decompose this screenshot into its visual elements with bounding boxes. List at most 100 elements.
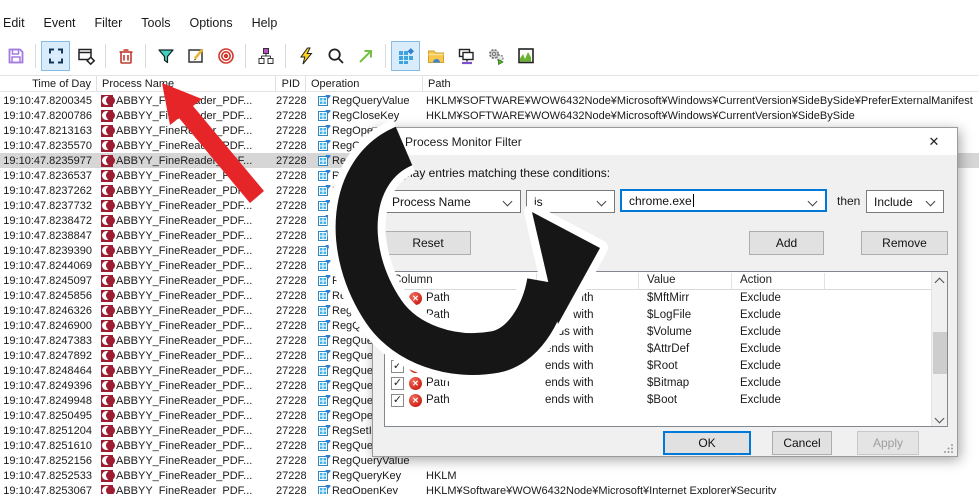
abbyy-process-icon	[101, 305, 113, 317]
ok-button[interactable]: OK	[663, 431, 751, 455]
filter-checkbox[interactable]: ✓	[391, 377, 404, 390]
event-row[interactable]: 19:10:47.8200786ABBYY_FineReader_PDF...2…	[0, 108, 979, 123]
filter-rule-row[interactable]: ✓✕Pathends with$MftMirrExclude	[385, 291, 931, 308]
event-time: 19:10:47.8251610	[0, 440, 97, 452]
filter-checkbox[interactable]: ✓	[391, 309, 404, 322]
event-time: 19:10:47.8252156	[0, 455, 97, 467]
jump-to-icon[interactable]	[352, 42, 379, 70]
column-header-pid[interactable]: PID	[276, 76, 306, 91]
event-grid-header: Time of Day Process Name PID Operation P…	[0, 75, 979, 92]
filter-action-select[interactable]: Include	[866, 190, 944, 213]
toolbar-separator	[285, 44, 286, 68]
find-icon[interactable]	[322, 42, 349, 70]
event-process: ABBYY_FineReader_PDF...	[97, 320, 276, 332]
registry-operation-icon	[318, 396, 328, 406]
event-time: 19:10:47.8237262	[0, 185, 97, 197]
event-time: 19:10:47.8235977	[0, 155, 97, 167]
filter-action-value: Include	[874, 195, 913, 209]
boot-logging-icon[interactable]	[292, 42, 319, 70]
filter-icon[interactable]	[152, 42, 179, 70]
column-header-operation[interactable]: Operation	[306, 76, 423, 91]
filter-rule-action: Exclude	[740, 377, 781, 389]
filter-checkbox[interactable]: ✓	[391, 343, 404, 356]
filter-rule-relation: ends with	[545, 309, 594, 321]
remove-button[interactable]: Remove	[861, 231, 948, 255]
menu-item-help[interactable]: Help	[252, 16, 278, 30]
event-process: ABBYY_FineReader_PDF...	[97, 350, 276, 362]
column-header-path[interactable]: Path	[423, 76, 979, 91]
filter-checkbox[interactable]: ✓	[391, 326, 404, 339]
process-tree-icon[interactable]	[252, 42, 279, 70]
filter-checkbox[interactable]: ✓	[391, 292, 404, 305]
menu-item-options[interactable]: Options	[189, 16, 232, 30]
add-button[interactable]: Add	[749, 231, 824, 255]
registry-operation-icon	[318, 276, 328, 286]
event-row[interactable]: 19:10:47.8253067ABBYY_FineReader_PDF...2…	[0, 483, 979, 494]
menu-item-tools[interactable]: Tools	[141, 16, 170, 30]
filter-rule-row[interactable]: ✓✕Pathends with$RootExclude	[385, 359, 931, 376]
event-pid: 27228	[276, 125, 306, 137]
reset-button[interactable]: Reset	[385, 231, 471, 255]
capture-icon[interactable]	[42, 42, 69, 70]
process-name-text: ABBYY_FineReader_PDF...	[116, 365, 252, 377]
close-icon[interactable]: ✕	[925, 133, 943, 151]
filter-rule-row[interactable]: ✓✕Pathends with$BitmapExclude	[385, 376, 931, 393]
registry-operation-icon	[318, 336, 328, 346]
exclude-icon: ✕	[409, 360, 422, 373]
clear-icon[interactable]	[112, 42, 139, 70]
event-row[interactable]: 19:10:47.8252533ABBYY_FineReader_PDF...2…	[0, 468, 979, 483]
abbyy-process-icon	[101, 170, 113, 182]
filter-checkbox[interactable]: ✓	[391, 360, 404, 373]
filter-rule-value: $AttrDef	[647, 343, 689, 355]
scroll-up-icon[interactable]	[936, 276, 943, 283]
filter-col-header-value[interactable]: Value	[647, 274, 676, 286]
column-header-time-of-day[interactable]: Time of Day	[0, 76, 97, 91]
menu-item-filter[interactable]: Filter	[95, 16, 123, 30]
autoscroll-icon[interactable]	[72, 42, 99, 70]
process-name-text: ABBYY_FineReader_PDF...	[116, 170, 252, 182]
event-path: HKLM¥Software¥WOW6432Node¥Microsoft¥Inte…	[423, 485, 979, 494]
filter-value-input[interactable]: chrome.exe	[620, 189, 827, 212]
filter-rule-action: Exclude	[740, 343, 781, 355]
dialog-title-bar[interactable]: Process Monitor Filter ✕	[373, 128, 957, 155]
procmon-app-icon	[382, 135, 397, 149]
event-process: ABBYY_FineReader_PDF...	[97, 380, 276, 392]
resize-grip[interactable]	[944, 443, 954, 453]
scrollbar-thumb[interactable]	[933, 332, 947, 374]
show-profiling-events-icon[interactable]	[512, 42, 539, 70]
show-process-activity-icon[interactable]	[482, 42, 509, 70]
filter-col-header-relation[interactable]: Relation	[545, 274, 587, 286]
save-icon[interactable]	[2, 42, 29, 70]
event-time: 19:10:47.8237732	[0, 200, 97, 212]
apply-button: Apply	[857, 431, 919, 455]
event-row[interactable]: 19:10:47.8200345ABBYY_FineReader_PDF...2…	[0, 93, 979, 108]
cancel-button[interactable]: Cancel	[772, 431, 832, 455]
event-operation: RegOpenKey	[306, 485, 423, 494]
process-name-text: ABBYY_FineReader_PDF...	[116, 125, 252, 137]
event-time: 19:10:47.8200786	[0, 110, 97, 122]
event-path: HKLM¥SOFTWARE¥WOW6432Node¥Microsoft¥Wind…	[423, 110, 979, 122]
show-file-system-activity-icon[interactable]	[422, 42, 449, 70]
filter-column-select[interactable]: Process Name	[384, 190, 521, 213]
show-network-activity-icon[interactable]	[452, 42, 479, 70]
abbyy-process-icon	[101, 290, 113, 302]
abbyy-process-icon	[101, 380, 113, 392]
show-registry-activity-icon[interactable]	[392, 42, 419, 70]
filter-rule-row[interactable]: ✓✕Pathends with$BootExclude	[385, 393, 931, 410]
include-process-from-window-icon[interactable]	[212, 42, 239, 70]
event-time: 19:10:47.8250495	[0, 410, 97, 422]
filter-col-header-column[interactable]: Column	[393, 274, 433, 286]
filter-list-scrollbar[interactable]	[931, 272, 947, 426]
filter-rule-row[interactable]: ✓✕Pathends with$AttrDefExclude	[385, 342, 931, 359]
filter-rule-row[interactable]: ✓✕Pathends with$LogFileExclude	[385, 308, 931, 325]
filter-rule-row[interactable]: ✓✕Pathends with$VolumeExclude	[385, 325, 931, 342]
column-header-process-name[interactable]: Process Name	[97, 76, 276, 91]
filter-checkbox[interactable]: ✓	[391, 394, 404, 407]
highlight-icon[interactable]	[182, 42, 209, 70]
filter-relation-select[interactable]: is	[526, 190, 615, 213]
scroll-down-icon[interactable]	[936, 415, 943, 422]
filter-col-header-action[interactable]: Action	[740, 274, 772, 286]
menu-item-edit[interactable]: Edit	[3, 16, 25, 30]
exclude-icon: ✕	[409, 292, 422, 305]
menu-item-event[interactable]: Event	[44, 16, 76, 30]
